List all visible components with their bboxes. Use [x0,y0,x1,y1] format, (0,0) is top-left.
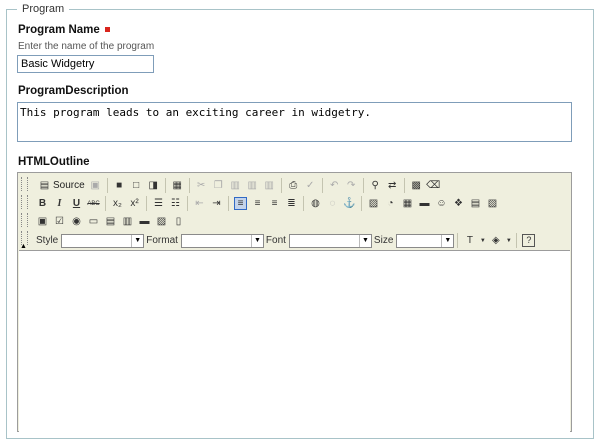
save-disk-icon[interactable]: ■ [113,179,126,192]
replace-icon[interactable]: ⇄ [386,179,399,192]
style-label: Style [36,235,59,246]
image-button-icon[interactable]: ▨ [155,215,168,228]
chevron-down-icon[interactable]: ▼ [506,234,512,247]
style-select[interactable]: ▼ [61,233,145,248]
paste-icon[interactable]: ▥ [229,179,242,192]
form-icon[interactable]: ▣ [36,215,49,228]
italic-icon[interactable]: I [53,197,66,210]
radio-icon[interactable]: ◉ [70,215,83,228]
toolbar-grip[interactable] [21,213,28,227]
spellcheck-icon[interactable]: ✓ [304,179,317,192]
paste-word-icon[interactable]: ▥ [263,179,276,192]
html-outline-label: HTMLOutline [18,156,90,168]
paste-text-icon[interactable]: ▥ [246,179,259,192]
hidden-field-icon[interactable]: ▯ [172,215,185,228]
chevron-down-icon: ▼ [250,234,263,247]
program-name-input[interactable] [17,55,154,73]
iframe-icon[interactable]: ▧ [486,197,499,210]
program-description-textarea[interactable]: This program leads to an exciting career… [17,102,572,142]
background-color-icon[interactable]: ◈ [489,234,502,247]
size-label: Size [373,235,394,246]
toolbar-row-2: B I U ABC x₂ x² ☰ ☷ ⇤ ⇥ ≡ ≡ ≡ ≣ ◍ ◌ ⚓ ▨ … [34,195,501,212]
bold-icon[interactable]: B [36,197,49,210]
flash-icon[interactable]: ◔ [384,197,397,210]
image-icon[interactable]: ▨ [367,197,380,210]
remove-format-icon[interactable]: ⌫ [426,179,440,192]
cut-icon[interactable]: ✂ [195,179,208,192]
strikethrough-icon[interactable]: ABC [87,197,100,210]
format-select[interactable]: ▼ [180,233,264,248]
toolbar-grip[interactable] [21,195,28,209]
subscript-icon[interactable]: x₂ [111,197,124,210]
text-color-icon[interactable]: T [463,234,476,247]
save-icon[interactable]: ▣ [89,179,102,192]
print-icon[interactable]: ⎙ [287,179,300,192]
chevron-down-icon[interactable]: ▼ [480,234,486,247]
fieldset-legend: Program [17,3,70,15]
font-label: Font [265,235,286,246]
program-name-hint: Enter the name of the program [18,41,155,52]
select-all-icon[interactable]: ▩ [410,179,423,192]
preview-icon[interactable]: ◨ [147,179,160,192]
align-right-icon[interactable]: ≡ [268,197,281,210]
templates-icon[interactable]: ▦ [171,179,184,192]
chevron-down-icon: ▼ [441,234,453,247]
new-page-icon[interactable]: □ [130,179,143,192]
align-center-icon[interactable]: ≡ [251,197,264,210]
link-icon[interactable]: ◍ [309,197,322,210]
editor-content-area[interactable] [19,250,570,433]
help-icon[interactable]: ? [522,234,536,247]
text-field-icon[interactable]: ▭ [87,215,100,228]
underline-icon[interactable]: U [70,197,83,210]
toolbar-row-3: ▣ ☑ ◉ ▭ ▤ ▥ ▬ ▨ ▯ [34,213,187,230]
select-field-icon[interactable]: ▥ [121,215,134,228]
anchor-icon[interactable]: ⚓ [343,197,356,210]
textarea-icon[interactable]: ▤ [104,215,117,228]
find-icon[interactable]: ⚲ [369,179,382,192]
font-select[interactable]: ▼ [288,233,372,248]
align-justify-icon[interactable]: ≣ [285,197,298,210]
horizontal-rule-icon[interactable]: ▬ [418,197,431,210]
source-icon: ▤ [39,179,50,191]
outdent-icon[interactable]: ⇤ [193,197,206,210]
chevron-down-icon: ▼ [131,234,143,247]
table-icon[interactable]: ▦ [401,197,414,210]
redo-icon[interactable]: ↷ [345,179,358,192]
undo-icon[interactable]: ↶ [328,179,341,192]
required-marker [104,27,110,33]
chevron-down-icon: ▼ [358,234,371,247]
toolbar-grip[interactable] [21,177,28,191]
align-left-icon[interactable]: ≡ [234,197,247,210]
unlink-icon[interactable]: ◌ [326,197,339,210]
checkbox-icon[interactable]: ☑ [53,215,66,228]
smiley-icon[interactable]: ☺ [435,197,448,210]
indent-icon[interactable]: ⇥ [210,197,223,210]
rich-text-editor: ▤ Source ▣ ■ □ ◨ ▦ ✂ ❐ ▥ ▥ ▥ ⎙ ✓ ↶ ↷ ⚲ ⇄ … [17,172,572,433]
page-break-icon[interactable]: ▤ [469,197,482,210]
toolbar-row-4: Style ▼ Format ▼ Font ▼ Size ▼ T ▼ ◈ ▼ ? [34,232,537,249]
source-button[interactable]: ▤ Source [36,179,85,192]
collapse-toolbar-icon[interactable]: ▲ [20,243,27,250]
program-name-label: Program Name [18,24,110,36]
bulleted-list-icon[interactable]: ☷ [169,197,182,210]
toolbar-row-1: ▤ Source ▣ ■ □ ◨ ▦ ✂ ❐ ▥ ▥ ▥ ⎙ ✓ ↶ ↷ ⚲ ⇄ … [34,177,442,194]
copy-icon[interactable]: ❐ [212,179,225,192]
special-char-icon[interactable]: ❖ [452,197,465,210]
numbered-list-icon[interactable]: ☰ [152,197,165,210]
superscript-icon[interactable]: x² [128,197,141,210]
format-label: Format [146,235,178,246]
program-description-label: ProgramDescription [18,85,129,97]
size-select[interactable]: ▼ [396,233,455,248]
button-field-icon[interactable]: ▬ [138,215,151,228]
